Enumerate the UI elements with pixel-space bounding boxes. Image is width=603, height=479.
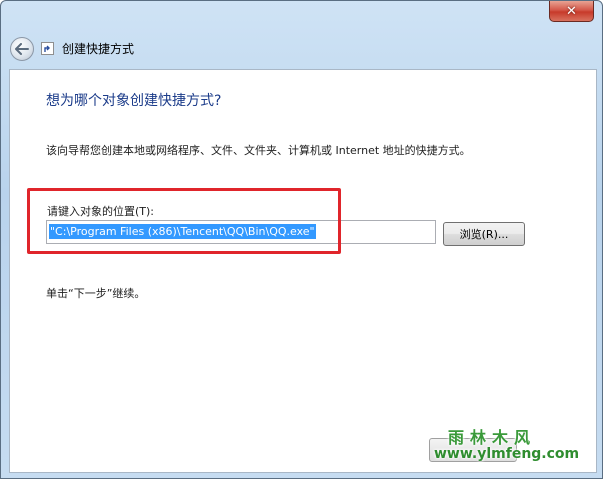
wizard-content: 想为哪个对象创建快捷方式? 该向导帮您创建本地或网络程序、文件、文件夹、计算机或… [9, 69, 597, 473]
back-button[interactable] [10, 37, 34, 61]
watermark-name: 雨林木风 [448, 428, 537, 447]
close-button[interactable]: ✕ [549, 1, 594, 22]
wizard-description: 该向导帮您创建本地或网络程序、文件、文件夹、计算机或 Internet 地址的快… [46, 144, 471, 157]
next-hint: 单击“下一步”继续。 [46, 287, 146, 300]
watermark-url: www.ylmfeng.com [434, 446, 580, 462]
watermark: 雨林木风 www.ylmfeng.com [432, 424, 584, 468]
browse-button[interactable]: 浏览(R)... [443, 222, 525, 246]
close-icon: ✕ [566, 3, 577, 19]
page-heading: 想为哪个对象创建快捷方式? [46, 93, 222, 109]
shortcut-icon [41, 42, 54, 55]
window-title: 创建快捷方式 [62, 42, 135, 56]
back-arrow-icon [15, 43, 29, 55]
highlight-annotation [27, 188, 341, 254]
